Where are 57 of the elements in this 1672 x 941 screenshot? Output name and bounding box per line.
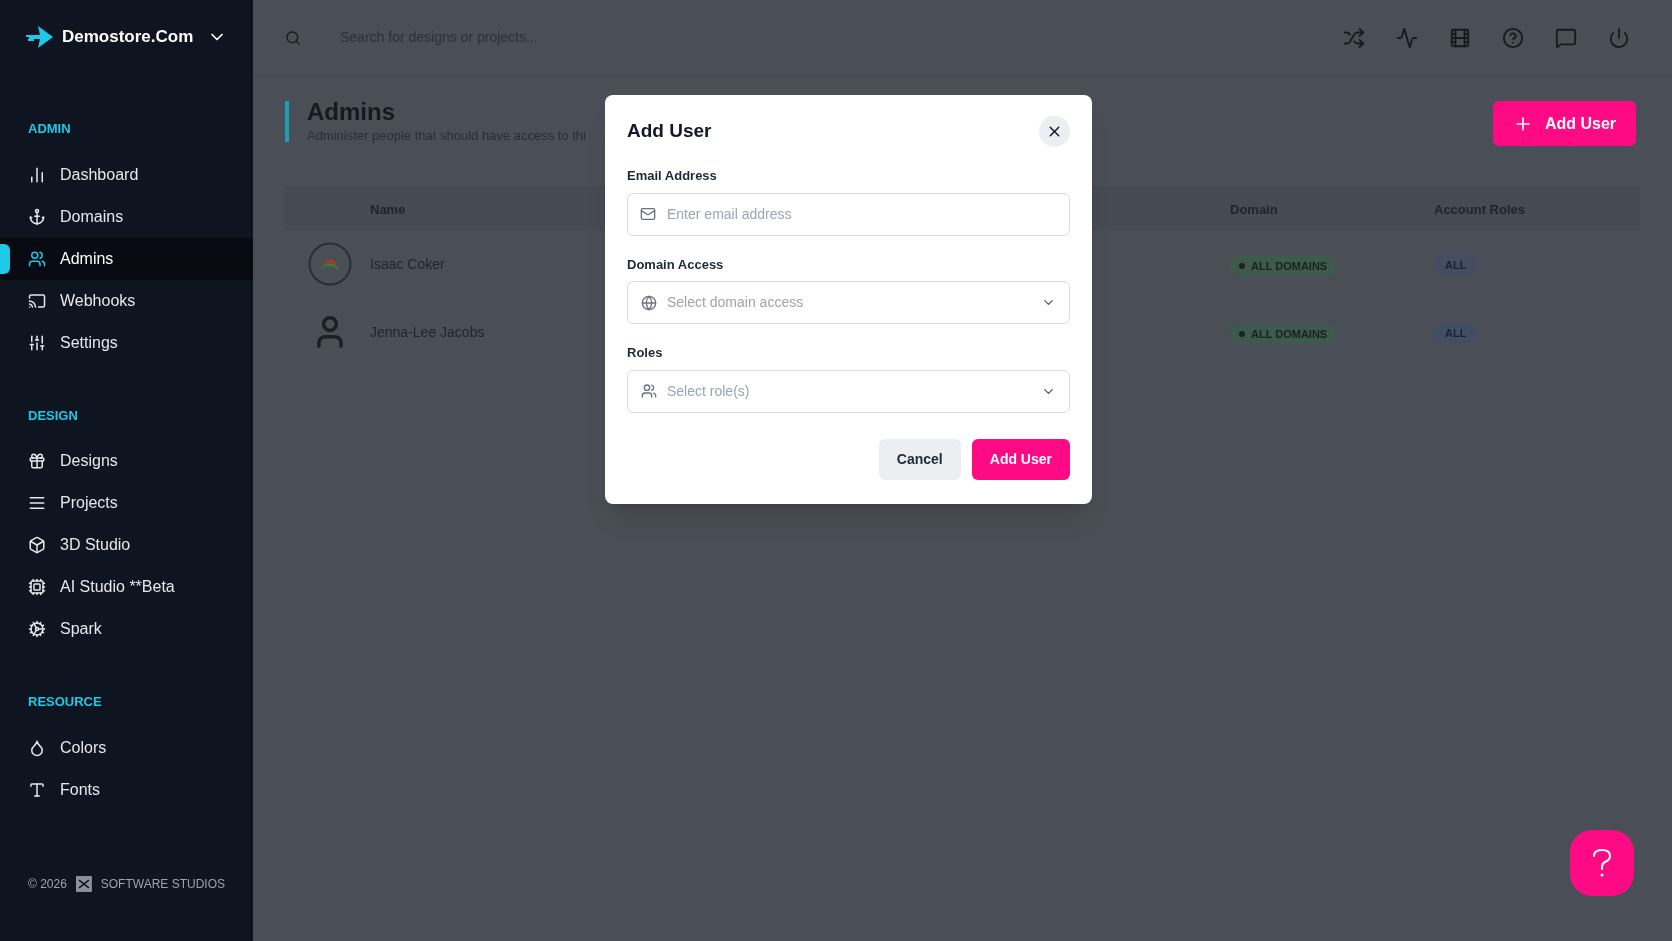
nav-item[interactable]: Webhooks [0,279,253,322]
copyright-text: © 2026 [28,876,67,893]
section-heading: ADMIN [27,120,72,138]
sliders-icon [28,333,46,352]
film-icon[interactable] [1449,26,1471,49]
cast-icon [28,291,46,310]
gear-icon [28,620,46,638]
brand-name: Demostore.Com [62,25,194,48]
nav-item[interactable]: Settings [0,321,253,364]
type-icon [28,780,46,799]
anchor-icon [28,207,46,226]
dialog-title: Add User [627,119,712,144]
field-label: Domain Access [627,255,725,274]
field-label: Email Address [627,167,718,185]
pulse-icon[interactable] [1396,26,1418,49]
list-icon [28,494,46,512]
add-user-button[interactable]: Add User [971,438,1070,480]
company-name: SOFTWARE STUDIOS [100,876,225,893]
nav-item[interactable]: Domains [0,195,253,238]
shuffle-icon[interactable] [1343,26,1365,49]
input-field[interactable]: Enter email address [627,192,1070,236]
users-icon [641,383,657,399]
power-icon[interactable] [1608,26,1630,49]
nav-item[interactable]: Spark [0,608,253,650]
section-heading: RESOURCE [27,693,103,711]
nav-item[interactable]: Fonts [0,768,253,811]
nav-item[interactable]: Colors [0,726,253,769]
placeholder-text: Select role(s) [667,381,750,401]
cube-icon [28,536,46,554]
section-heading: DESIGN [27,406,79,425]
nav-item[interactable]: Admins [0,237,253,280]
globe-icon [641,294,657,311]
cancel-button[interactable]: Cancel [878,438,961,480]
active-indicator [0,243,10,274]
nav-item[interactable]: 3D Studio [0,524,253,566]
nav-item[interactable]: Dashboard [0,153,253,196]
avatar-icon [307,242,352,286]
droplet-icon [28,738,46,757]
nav-item[interactable]: Designs [0,440,253,482]
add-user-button[interactable]: Add User [1492,101,1636,146]
question-icon [1591,848,1613,878]
company-logo-icon [75,876,92,892]
nav-item[interactable]: Projects [0,482,253,524]
mail-icon [640,205,656,222]
help-icon[interactable] [1502,26,1524,49]
close-button[interactable] [1039,116,1070,147]
gift-icon [28,452,46,470]
nav-item[interactable]: AI Studio **Beta [0,566,253,608]
help-button[interactable] [1570,830,1634,896]
chat-icon[interactable] [1555,26,1577,49]
field-label: Roles [627,344,664,362]
logo-icon [26,25,54,48]
chip-icon [28,578,46,596]
placeholder-text: Select domain access [667,293,804,312]
users-icon [28,249,46,268]
search-icon[interactable] [285,29,301,46]
bar-chart-icon [28,165,46,184]
